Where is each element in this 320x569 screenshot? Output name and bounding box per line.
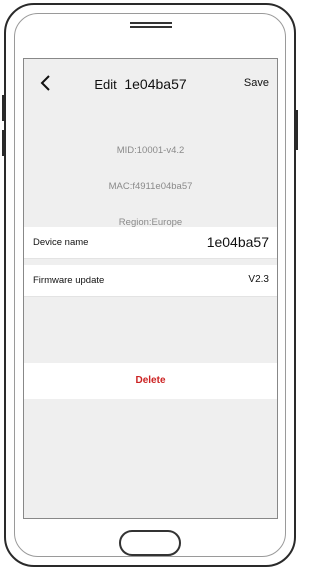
delete-label: Delete	[135, 375, 166, 386]
save-button[interactable]: Save	[244, 77, 269, 89]
device-name-label: Device name	[33, 237, 89, 248]
firmware-update-label: Firmware update	[33, 275, 105, 286]
delete-button[interactable]: Delete	[24, 363, 277, 399]
nav-bar: Edit 1e04ba57 Save	[24, 59, 277, 109]
home-button	[119, 530, 181, 556]
device-name-row[interactable]: Device name 1e04ba57	[24, 227, 277, 259]
firmware-update-row[interactable]: Firmware update V2.3	[24, 265, 277, 297]
firmware-version-value: V2.3	[248, 274, 269, 285]
page-title: Edit 1e04ba57	[64, 76, 217, 92]
phone-speaker	[130, 22, 172, 28]
page-title-prefix: Edit	[94, 77, 117, 92]
phone-side-button	[2, 130, 5, 156]
phone-side-button	[2, 95, 5, 121]
phone-side-button	[295, 110, 298, 150]
device-name-value: 1e04ba57	[206, 234, 269, 250]
mac-text: MAC:f4911e04ba57	[108, 181, 193, 192]
mid-text: MID:10001-v4.2	[116, 145, 185, 156]
page-title-device-name: 1e04ba57	[124, 76, 187, 92]
back-arrow-icon[interactable]	[34, 71, 58, 95]
app-screen: Edit 1e04ba57 Save MID:10001-v4.2 MAC:f4…	[23, 58, 278, 519]
